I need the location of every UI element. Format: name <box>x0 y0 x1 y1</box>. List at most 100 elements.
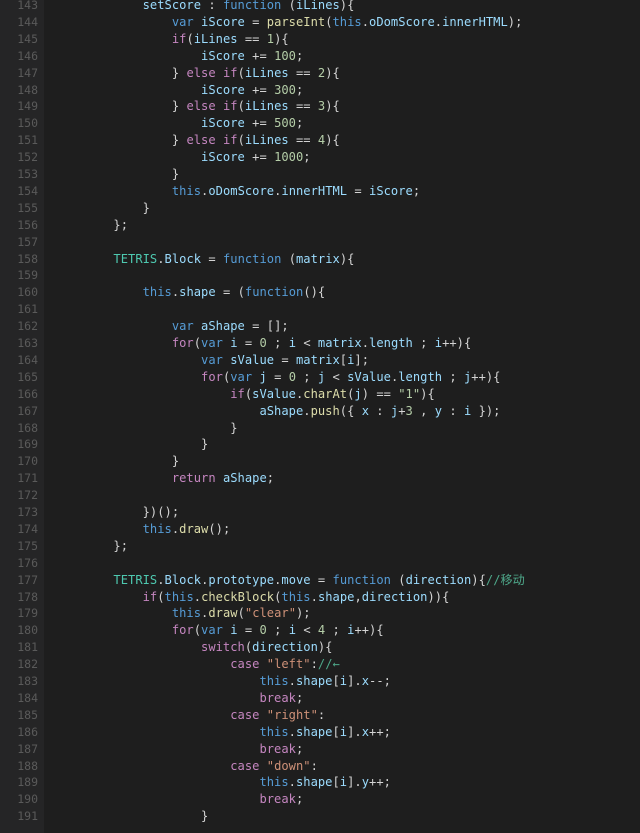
code-token: aShape <box>201 319 245 334</box>
code-token: x <box>361 674 370 688</box>
code-line[interactable]: case "down": <box>55 758 318 775</box>
code-line[interactable]: break; <box>55 690 303 707</box>
code-line[interactable]: } <box>55 436 208 453</box>
code-token: iScore <box>201 48 245 63</box>
code-line[interactable]: if(sValue.charAt(j) == "1"){ <box>55 386 435 403</box>
code-line[interactable]: aShape.push({ x : j+3 , y : i }); <box>55 403 501 420</box>
line-number-gutter: 143 144 145 146 147 148 149 150 151 152 153 154 155 1… <box>0 0 44 833</box>
code-line[interactable]: for(var j = 0 ; j < sValue.length ; j++)… <box>55 369 501 386</box>
code-token: "left" <box>266 657 311 672</box>
code-token: ){ <box>325 133 340 148</box>
code-line[interactable]: TETRIS.Block = function (matrix){ <box>55 251 354 268</box>
code-line[interactable]: for(var i = 0 ; i < 4 ; i++){ <box>55 622 384 639</box>
code-editor[interactable]: 143 144 145 146 147 148 149 150 151 152 153 154 155 1… <box>0 0 640 833</box>
code-token: == <box>288 99 318 114</box>
code-line[interactable]: switch(direction){ <box>55 639 332 656</box>
code-line[interactable]: iScore += 100; <box>55 48 303 65</box>
code-line[interactable]: iScore += 500; <box>55 115 303 132</box>
code-token: iLines <box>244 65 289 80</box>
code-line[interactable]: var iScore = parseInt(this.oDomScore.inn… <box>55 14 523 31</box>
code-line[interactable]: iScore += 1000; <box>55 149 311 166</box>
code-token: this <box>332 14 362 29</box>
code-token: ++; <box>369 775 391 790</box>
code-token: direction <box>252 640 318 655</box>
code-line[interactable]: } <box>55 200 150 217</box>
code-line[interactable]: this.shape[i].y++; <box>55 774 391 791</box>
code-line[interactable]: var aShape = []; <box>55 318 289 335</box>
code-token: j <box>259 369 267 384</box>
code-line[interactable]: if(this.checkBlock(this.shape,direction)… <box>55 589 450 606</box>
code-token: , <box>354 589 362 604</box>
code-token: })(); <box>55 505 180 519</box>
code-token: shape <box>295 775 333 790</box>
code-token: ; <box>412 183 421 198</box>
code-line[interactable]: iScore += 300; <box>55 82 303 99</box>
code-token: else <box>186 65 216 80</box>
code-line[interactable]: } <box>55 453 179 470</box>
code-line[interactable]: this.draw(); <box>55 521 231 538</box>
code-line[interactable]: case "right": <box>55 707 325 724</box>
code-line[interactable]: this.shape[i].x++; <box>55 724 391 741</box>
code-token: prototype <box>208 572 275 587</box>
code-line[interactable]: this.shape = (function(){ <box>55 284 326 301</box>
code-line[interactable]: } else if(iLines == 3){ <box>55 98 340 115</box>
code-line[interactable]: break; <box>55 741 303 758</box>
code-token: sValue <box>252 386 296 401</box>
line-number: 152 <box>17 150 38 165</box>
code-token: else <box>186 133 216 148</box>
code-line[interactable]: }; <box>55 217 128 234</box>
code-line[interactable]: } <box>55 808 208 825</box>
code-line[interactable]: this.draw("clear"); <box>55 605 311 622</box>
code-token: "1" <box>398 386 421 401</box>
code-line[interactable]: var sValue = matrix[i]; <box>55 352 369 369</box>
code-line[interactable]: })(); <box>55 504 179 521</box>
code-token: Block <box>164 251 202 266</box>
code-line[interactable]: } <box>55 420 238 437</box>
code-line[interactable]: TETRIS.Block.prototype.move = function (… <box>55 572 525 589</box>
code-token: ) == <box>361 386 399 401</box>
code-line[interactable]: return aShape; <box>55 470 274 487</box>
code-token: if <box>171 31 187 46</box>
code-line[interactable]: for(var i = 0 ; i < matrix.length ; i++)… <box>55 335 471 352</box>
code-line[interactable]: if(iLines == 1){ <box>55 31 289 48</box>
line-number: 180 <box>17 623 38 638</box>
code-token: move <box>281 572 311 587</box>
code-token: ( <box>237 99 245 114</box>
code-line[interactable]: } else if(iLines == 2){ <box>55 65 340 82</box>
code-token: = <box>201 251 223 266</box>
code-line[interactable]: } else if(iLines == 4){ <box>55 132 340 149</box>
code-token: case <box>230 707 260 722</box>
code-token: ){ <box>325 99 340 114</box>
code-line[interactable]: break; <box>55 791 303 808</box>
code-line[interactable]: setScore : function (iLines){ <box>55 0 355 14</box>
code-token: . <box>157 572 165 587</box>
code-token: var <box>201 336 223 350</box>
code-content-area[interactable]: setScore : function (iLines){ var iScore… <box>44 0 640 833</box>
code-token: push <box>310 403 340 418</box>
code-token: ; <box>295 116 304 131</box>
code-token: : <box>310 758 318 773</box>
code-line[interactable]: this.oDomScore.innerHTML = iScore; <box>55 183 420 200</box>
code-line[interactable]: this.shape[i].x--; <box>55 673 391 690</box>
code-line[interactable]: }; <box>55 538 128 555</box>
code-token: function <box>222 251 282 266</box>
code-line[interactable]: } <box>55 166 179 183</box>
code-token: ( <box>325 14 333 29</box>
code-token: oDomScore <box>369 14 435 29</box>
code-token: iScore <box>201 116 245 131</box>
code-line[interactable]: case "left"://← <box>55 656 340 673</box>
code-token: length <box>398 369 443 384</box>
